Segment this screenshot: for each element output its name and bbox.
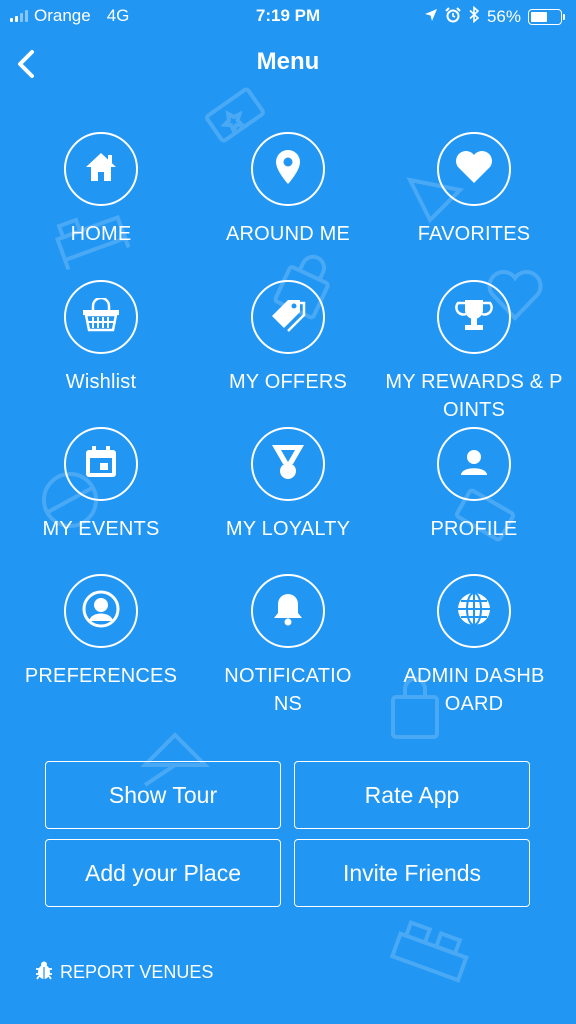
status-bar: Orange 4G 7:19 PM 56% <box>0 0 576 34</box>
alarm-icon <box>445 6 461 28</box>
menu-item-my-loyalty[interactable]: MY LOYALTY <box>195 427 381 543</box>
user-circle-icon <box>81 589 121 634</box>
location-arrow-icon <box>424 7 438 27</box>
menu-item-my-rewards[interactable]: MY REWARDS & POINTS <box>381 280 567 424</box>
home-icon <box>83 150 119 189</box>
menu-label-notifications: NOTIFICATIONS <box>224 665 352 715</box>
menu-item-profile[interactable]: PROFILE <box>381 427 567 543</box>
menu-label-my-events: MY EVENTS <box>42 518 160 540</box>
invite-friends-label: Invite Friends <box>342 859 482 886</box>
battery-percent: 56% <box>486 7 521 26</box>
show-tour-button[interactable]: Show Tour <box>45 761 281 829</box>
menu-label-admin-dashboard: ADMIN DASHBOARD <box>403 665 545 715</box>
bell-icon <box>272 591 304 632</box>
globe-icon <box>455 590 493 633</box>
menu-item-favorites[interactable]: FAVORITES <box>381 132 567 248</box>
show-tour-label: Show Tour <box>108 781 218 808</box>
battery-icon <box>528 9 565 25</box>
user-icon <box>459 447 489 482</box>
basket-icon <box>81 296 121 337</box>
menu-label-my-loyalty: MY LOYALTY <box>225 518 351 540</box>
menu-label-around-me: AROUND ME <box>225 223 351 245</box>
bluetooth-icon <box>468 5 480 28</box>
add-place-button[interactable]: Add your Place <box>45 839 281 907</box>
menu-item-my-offers[interactable]: MY OFFERS <box>195 280 381 396</box>
menu-label-favorites: FAVORITES <box>417 223 531 245</box>
menu-label-home: HOME <box>70 223 132 245</box>
menu-item-home[interactable]: HOME <box>8 132 194 248</box>
menu-item-around-me[interactable]: AROUND ME <box>195 132 381 248</box>
menu-label-wishlist: Wishlist <box>65 371 137 393</box>
heart-icon <box>454 150 494 189</box>
report-venues-link[interactable]: REPORT VENUES <box>34 960 213 985</box>
trophy-icon <box>455 297 493 338</box>
add-place-label: Add your Place <box>85 859 241 886</box>
menu-label-my-offers: MY OFFERS <box>228 371 348 393</box>
menu-label-preferences: PREFERENCES <box>24 665 178 687</box>
menu-label-profile: PROFILE <box>430 518 518 540</box>
rate-app-button[interactable]: Rate App <box>294 761 530 829</box>
menu-label-my-rewards: MY REWARDS & POINTS <box>385 371 563 421</box>
menu-item-admin-dashboard[interactable]: ADMIN DASHBOARD <box>381 574 567 718</box>
invite-friends-button[interactable]: Invite Friends <box>294 839 530 907</box>
price-tags-icon <box>268 297 308 338</box>
menu-item-wishlist[interactable]: Wishlist <box>8 280 194 396</box>
rate-app-label: Rate App <box>364 781 460 808</box>
medal-icon <box>269 442 307 487</box>
menu-item-my-events[interactable]: MY EVENTS <box>8 427 194 543</box>
menu-item-preferences[interactable]: PREFERENCES <box>8 574 194 690</box>
report-venues-label: REPORT VENUES <box>60 962 214 982</box>
background-bed2-doodle <box>385 915 475 995</box>
map-pin-icon <box>274 148 302 191</box>
page-title: Menu <box>256 48 320 75</box>
menu-item-notifications[interactable]: NOTIFICATIONS <box>195 574 381 718</box>
calendar-icon <box>83 444 119 485</box>
bug-icon <box>34 960 54 985</box>
